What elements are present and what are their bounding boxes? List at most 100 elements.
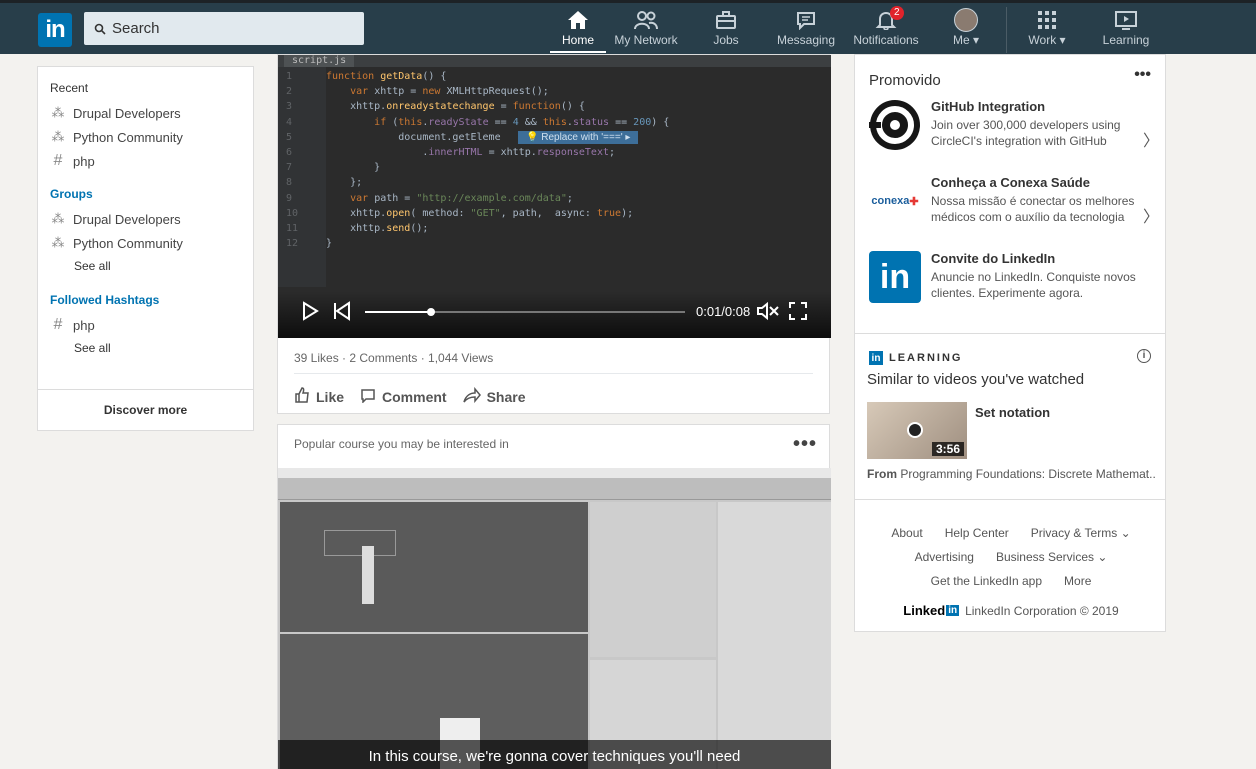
search-input[interactable]: [112, 20, 352, 37]
video-progress-bar[interactable]: [365, 308, 685, 316]
group-item[interactable]: ⁂ Python Community: [38, 231, 253, 255]
followed-hashtags-link[interactable]: Followed Hashtags: [38, 293, 253, 307]
group-item[interactable]: ⁂ Drupal Developers: [38, 207, 253, 231]
ad-linkedin-invite[interactable]: in Convite do LinkedIn Anuncie no Linked…: [869, 251, 1159, 311]
nav-home-label: Home: [561, 33, 594, 47]
course-title-link[interactable]: Set notation: [975, 405, 1050, 420]
video-post-card: script.js 1 function getData() { 2 var xh…: [277, 54, 831, 414]
video-time: 0:01/0:08: [696, 304, 751, 319]
course-video-player[interactable]: In this course, we're gonna cover techni…: [278, 468, 831, 769]
footer-business-link[interactable]: Business Services ⌄: [996, 550, 1107, 564]
recent-item[interactable]: ⁂ Drupal Developers: [38, 101, 253, 125]
hashtag-item-label: php: [73, 317, 95, 333]
nav-notifications[interactable]: 2 Notifications: [852, 6, 920, 53]
hashtag-icon: #: [53, 152, 63, 169]
left-sidebar: Recent ⁂ Drupal Developers ⁂ Python Commun…: [37, 66, 254, 431]
hashtag-item[interactable]: # php: [38, 313, 253, 337]
nav-my-network[interactable]: My Network: [614, 7, 678, 53]
wordmark-text: Linked: [903, 603, 946, 618]
editor-tab: script.js: [284, 55, 355, 67]
nav-work[interactable]: Work ▾: [1024, 7, 1070, 53]
right-rail: Promovido ••• GitHub Integration Join ov…: [854, 54, 1166, 632]
ad-description: Anuncie no LinkedIn. Conquiste novos cli…: [931, 270, 1136, 300]
skip-back-icon[interactable]: [332, 301, 352, 326]
caret-down-icon: ▾: [1059, 33, 1066, 47]
footer-help-link[interactable]: Help Center: [945, 526, 1009, 540]
more-options-icon[interactable]: •••: [1134, 66, 1151, 84]
ad-title: Convite do LinkedIn: [931, 251, 1056, 266]
circleci-logo-icon: [869, 99, 921, 151]
nav-home[interactable]: Home: [550, 7, 606, 53]
search-box[interactable]: [84, 12, 364, 45]
nav-me[interactable]: Me ▾: [950, 7, 982, 53]
ad-conexa[interactable]: conexa ✚ Conheça a Conexa Saúde Nossa mis…: [869, 175, 1159, 235]
like-button[interactable]: Like: [294, 387, 344, 406]
nav-my-network-label: My Network: [614, 33, 678, 47]
source-course-link[interactable]: Programming Foundations: Discrete Mathem…: [900, 467, 1155, 481]
video-player[interactable]: script.js 1 function getData() { 2 var xh…: [278, 55, 831, 338]
nav-learning[interactable]: Learning: [1102, 7, 1150, 53]
editor-toolbar: [278, 478, 831, 500]
groups-link[interactable]: Groups: [38, 187, 253, 201]
course-thumbnail[interactable]: 3:56: [867, 402, 967, 459]
notification-badge: 2: [890, 6, 904, 20]
comment-button[interactable]: Comment: [360, 387, 447, 406]
share-label: Share: [486, 388, 526, 405]
footer-about-link[interactable]: About: [891, 526, 922, 540]
ad-title: GitHub Integration: [931, 99, 1046, 114]
nav-notifications-label: Notifications: [853, 33, 919, 47]
wordmark-in: in: [946, 605, 960, 616]
footer-privacy-label: Privacy & Terms: [1030, 526, 1118, 540]
share-button[interactable]: Share: [462, 386, 526, 406]
home-icon: [567, 7, 589, 33]
footer-links: About Help Center Privacy & Terms ⌄ Adve…: [855, 521, 1167, 593]
mute-icon[interactable]: [756, 301, 780, 326]
hashtag-icon: #: [53, 316, 63, 333]
footer-privacy-link[interactable]: Privacy & Terms ⌄: [1031, 526, 1131, 540]
linkedin-logo[interactable]: in: [38, 13, 72, 47]
section-divider: [855, 333, 1165, 334]
post-stats[interactable]: 39 Likes · 2 Comments · 1,044 Views: [294, 351, 493, 365]
nav-jobs[interactable]: Jobs: [710, 7, 742, 53]
recent-item[interactable]: # php: [38, 149, 253, 173]
linkedin-learning-icon: in: [869, 351, 883, 365]
linkedin-wordmark: Linked in: [903, 603, 960, 618]
groups-see-all[interactable]: See all: [38, 255, 253, 277]
progress-knob[interactable]: [427, 308, 435, 316]
copyright-text: LinkedIn Corporation © 2019: [965, 603, 1119, 618]
from-label: From: [867, 467, 897, 481]
group-icon: ⁂: [51, 129, 65, 144]
play-icon[interactable]: [300, 301, 320, 326]
info-icon[interactable]: i: [1137, 349, 1151, 363]
course-source: From Programming Foundations: Discrete M…: [867, 467, 1155, 481]
fullscreen-icon[interactable]: [788, 301, 808, 326]
group-icon: ⁂: [51, 105, 65, 120]
ad-description: Join over 300,000 developers using Circl…: [931, 118, 1121, 148]
recent-item-label: php: [73, 153, 95, 169]
recent-item-label: Drupal Developers: [73, 105, 181, 121]
footer-more-link[interactable]: More: [1064, 574, 1091, 588]
group-item-label: Python Community: [73, 235, 183, 251]
ad-description: Nossa missão é conectar os melhores médi…: [931, 194, 1135, 224]
video-caption: In this course, we're gonna cover techni…: [278, 740, 831, 769]
promoted-title: Promovido: [869, 72, 941, 89]
more-options-icon[interactable]: •••: [793, 433, 817, 456]
code-hint-popup: 💡 Replace with '===' ▸: [518, 131, 639, 144]
ad-github-integration[interactable]: GitHub Integration Join over 300,000 dev…: [869, 99, 1159, 159]
nav-work-label-wrap: Work ▾: [1028, 33, 1065, 47]
learning-title: Similar to videos you've watched: [867, 371, 1085, 388]
footer-app-link[interactable]: Get the LinkedIn app: [931, 574, 1042, 588]
thumbs-up-icon: [294, 387, 310, 406]
course-post-card: Popular course you may be interested in …: [277, 424, 831, 769]
briefcase-icon: [715, 7, 737, 33]
caret-down-icon: ▾: [972, 33, 980, 47]
messaging-icon: [795, 7, 817, 33]
hashtags-see-all[interactable]: See all: [38, 337, 253, 359]
nav-messaging[interactable]: Messaging: [776, 7, 836, 53]
footer-advertising-link[interactable]: Advertising: [915, 550, 974, 564]
nav-me-label: Me: [952, 33, 970, 47]
nav-learning-label: Learning: [1102, 33, 1150, 47]
nav-divider: [1006, 7, 1007, 53]
discover-more-button[interactable]: Discover more: [38, 389, 253, 430]
recent-item[interactable]: ⁂ Python Community: [38, 125, 253, 149]
